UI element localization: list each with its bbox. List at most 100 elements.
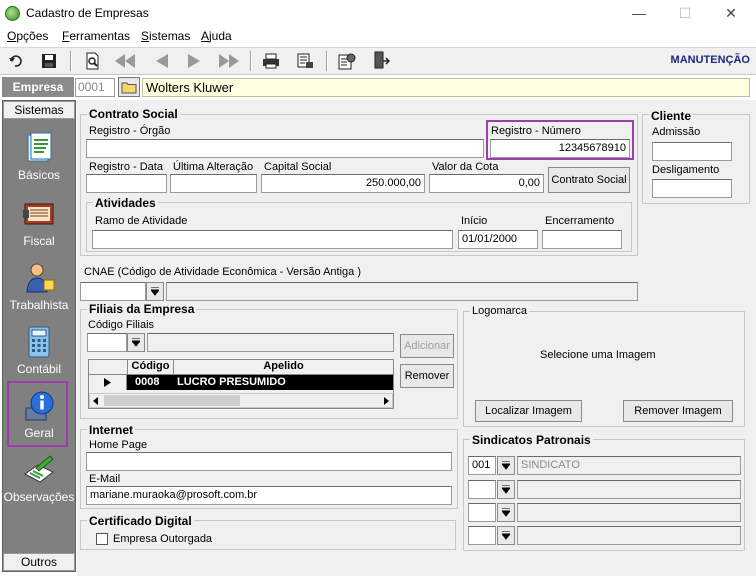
ultima-alteracao-field[interactable] xyxy=(170,174,257,193)
filiais-horizontal-scrollbar[interactable] xyxy=(89,393,393,408)
report-icon[interactable] xyxy=(294,50,316,72)
save-icon[interactable] xyxy=(38,50,60,72)
inicio-field[interactable]: 01/01/2000 xyxy=(458,230,538,249)
sidebar-item-trabalhista[interactable]: Trabalhista xyxy=(3,262,75,312)
sidebar-item-label: Trabalhista xyxy=(9,298,69,312)
window-title: Cadastro de Empresas xyxy=(26,6,149,20)
sidebar-item-basicos[interactable]: Básicos xyxy=(3,132,75,182)
cnae-field[interactable] xyxy=(80,282,146,301)
cell-codigo: 0008 xyxy=(135,376,160,388)
ultima-alteracao-label: Última Alteração xyxy=(173,161,254,173)
menu-sistemas[interactable]: Sistemas xyxy=(141,29,190,43)
table-row[interactable]: 0008 LUCRO PRESUMIDO xyxy=(127,375,393,390)
empresa-code-field[interactable]: 0001 xyxy=(75,78,115,97)
toolbar-separator xyxy=(250,51,252,71)
calculator-icon xyxy=(22,326,56,358)
empresa-label: Empresa xyxy=(2,77,74,97)
admissao-field[interactable] xyxy=(652,142,732,161)
sindicato-code-field[interactable] xyxy=(468,526,496,545)
exit-icon[interactable] xyxy=(370,50,392,72)
sindicato-code-field[interactable] xyxy=(468,503,496,522)
inicio-label: Início xyxy=(461,215,488,227)
sidebar-item-fiscal[interactable]: Fiscal xyxy=(3,198,75,248)
preview-icon[interactable] xyxy=(82,50,104,72)
close-button[interactable]: ✕ xyxy=(708,0,754,26)
codigo-filiais-dropdown-button[interactable] xyxy=(127,333,145,352)
sindicato-name-field: SINDICATO xyxy=(517,456,741,475)
grid-header-codigo[interactable]: Código xyxy=(127,360,173,375)
ramo-atividade-field[interactable] xyxy=(92,230,453,249)
mode-label: MANUTENÇÃO xyxy=(670,54,750,66)
codigo-filiais-field[interactable] xyxy=(87,333,127,352)
cnae-label: CNAE (Código de Atividade Econômica - Ve… xyxy=(84,266,361,278)
empresa-outorgada-label: Empresa Outorgada xyxy=(113,533,213,545)
valor-cota-field[interactable]: 0,00 xyxy=(429,174,544,193)
filiais-title: Filiais da Empresa xyxy=(87,302,197,316)
registro-data-label: Registro - Data xyxy=(89,161,163,173)
empresa-outorgada-checkbox[interactable] xyxy=(96,533,108,545)
arrow-down-icon xyxy=(132,338,140,347)
settings-icon[interactable] xyxy=(336,50,358,72)
menu-ferramentas[interactable]: Ferramentas xyxy=(62,29,130,43)
registro-numero-field[interactable]: 12345678910 xyxy=(490,139,630,158)
sidebar-header-sistemas[interactable]: Sistemas xyxy=(3,101,75,119)
first-record-icon[interactable] xyxy=(114,50,136,72)
sindicato-code-field[interactable]: 001 xyxy=(468,456,496,475)
contrato-social-button[interactable]: Contrato Social xyxy=(548,167,630,193)
last-record-icon[interactable] xyxy=(218,50,240,72)
sindicatos-title: Sindicatos Patronais xyxy=(470,433,593,447)
desligamento-field[interactable] xyxy=(652,179,732,198)
folder-icon xyxy=(121,82,137,93)
logomarca-title: Logomarca xyxy=(470,305,530,317)
sindicato-name-field xyxy=(517,503,741,522)
previous-record-icon[interactable] xyxy=(150,50,172,72)
arrow-down-icon xyxy=(502,531,510,540)
current-row-arrow-icon xyxy=(104,378,111,387)
row-indicator xyxy=(89,375,127,390)
maximize-button[interactable]: ☐ xyxy=(662,0,708,26)
grid-header-apelido[interactable]: Apelido xyxy=(173,360,393,375)
capital-social-label: Capital Social xyxy=(264,161,332,173)
scroll-thumb[interactable] xyxy=(104,395,240,406)
arrow-down-icon xyxy=(502,485,510,494)
company-name-field[interactable]: Wolters Kluwer xyxy=(142,78,750,97)
menu-opcoes[interactable]: Opções xyxy=(7,29,48,43)
home-page-field[interactable] xyxy=(86,452,452,471)
adicionar-button[interactable]: Adicionar xyxy=(400,334,454,358)
localizar-imagem-button[interactable]: Localizar Imagem xyxy=(475,400,582,422)
remover-filial-button[interactable]: Remover xyxy=(400,364,454,388)
sidebar-item-observacoes[interactable]: Observações xyxy=(3,454,75,504)
cell-apelido: LUCRO PRESUMIDO xyxy=(177,376,286,388)
email-field[interactable]: mariane.muraoka@prosoft.com.br xyxy=(86,486,452,505)
sindicato-dropdown-button[interactable] xyxy=(497,503,515,522)
registro-orgao-field[interactable] xyxy=(86,139,484,158)
sidebar-item-geral[interactable]: Geral xyxy=(3,390,75,440)
minimize-button[interactable]: — xyxy=(616,0,662,26)
registro-data-field[interactable] xyxy=(86,174,167,193)
open-folder-button[interactable] xyxy=(118,77,140,97)
cnae-description-field xyxy=(166,282,638,301)
print-icon[interactable] xyxy=(260,50,282,72)
cnae-dropdown-button[interactable] xyxy=(146,282,164,301)
encerramento-field[interactable] xyxy=(542,230,622,249)
arrow-down-icon xyxy=(502,461,510,470)
filial-description-field xyxy=(147,333,394,352)
sidebar-footer-outros[interactable]: Outros xyxy=(3,553,75,571)
remover-imagem-button[interactable]: Remover Imagem xyxy=(623,400,733,422)
toolbar-separator xyxy=(326,51,328,71)
certificado-title: Certificado Digital xyxy=(87,514,194,528)
sidebar-item-label: Observações xyxy=(3,490,75,504)
sindicato-name-field xyxy=(517,526,741,545)
sindicato-code-field[interactable] xyxy=(468,480,496,499)
sindicato-dropdown-button[interactable] xyxy=(497,480,515,499)
sindicato-dropdown-button[interactable] xyxy=(497,456,515,475)
menu-ajuda[interactable]: Ajuda xyxy=(201,29,232,43)
sidebar-item-contabil[interactable]: Contábil xyxy=(3,326,75,376)
undo-icon[interactable] xyxy=(6,50,28,72)
valor-cota-label: Valor da Cota xyxy=(432,161,499,173)
grid-indicator-header xyxy=(89,360,127,375)
sindicato-dropdown-button[interactable] xyxy=(497,526,515,545)
next-record-icon[interactable] xyxy=(184,50,206,72)
capital-social-field[interactable]: 250.000,00 xyxy=(261,174,425,193)
sidebar-item-label: Geral xyxy=(24,426,54,440)
